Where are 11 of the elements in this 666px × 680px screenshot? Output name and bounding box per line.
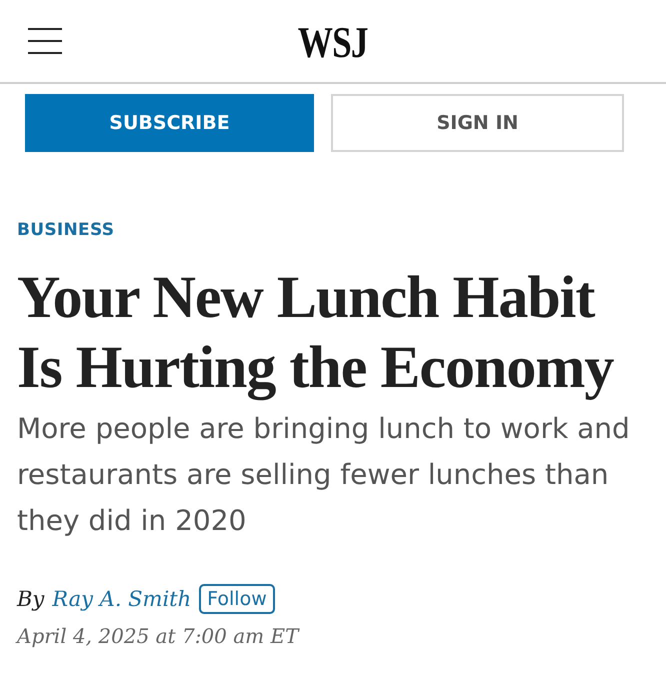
author-link[interactable]: Ray A. Smith <box>52 587 192 611</box>
subscribe-button[interactable]: SUBSCRIBE <box>25 94 314 152</box>
menu-icon[interactable] <box>28 28 62 54</box>
timestamp: April 4, 2025 at 7:00 am ET <box>17 624 301 648</box>
section-link[interactable]: BUSINESS <box>17 220 114 240</box>
summary-text: More people are bringing lunch to work and restaurants are selling fewer lunches than they did in 2020 <box>17 411 631 539</box>
follow-button[interactable]: Follow <box>199 584 275 614</box>
sign-in-button[interactable]: SIGN IN <box>331 94 624 152</box>
logo[interactable]: WSJ <box>298 21 368 65</box>
headline: Your New Lunch Habit Is Hurting the Economy <box>17 263 615 402</box>
byline-prefix: By <box>17 587 44 611</box>
